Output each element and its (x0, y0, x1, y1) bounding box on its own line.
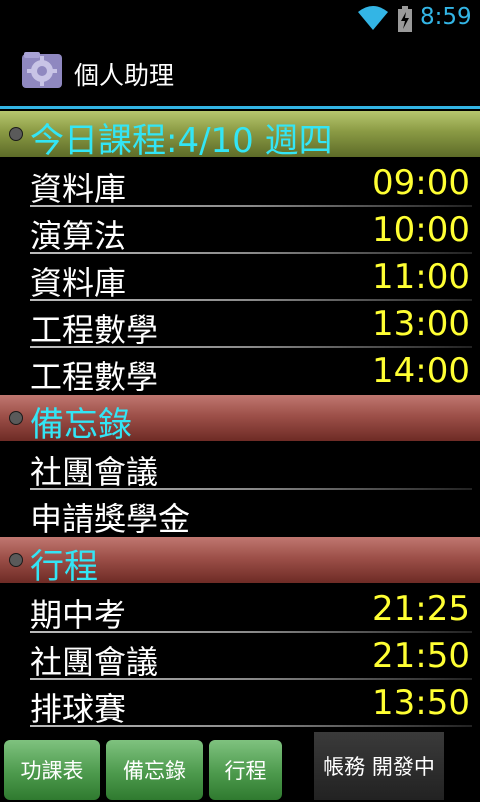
event-time: 13:50 (372, 683, 470, 723)
row-divider (30, 725, 472, 727)
battery-charging-icon (398, 6, 412, 32)
course-name: 資料庫 (30, 170, 127, 208)
course-name: 工程數學 (30, 311, 159, 349)
section-title: 行程 (30, 547, 98, 587)
event-time: 21:25 (372, 589, 470, 629)
course-time: 10:00 (372, 210, 470, 250)
list-item[interactable]: 工程數學 13:00 (0, 301, 480, 349)
list-item[interactable]: 工程數學 14:00 (0, 348, 480, 396)
wifi-icon (358, 6, 388, 30)
list-item[interactable]: 排球賽 13:50 (0, 680, 480, 728)
section-title: 今日課程:4/10 週四 (30, 121, 333, 161)
section-header-schedule[interactable]: 行程 (0, 537, 480, 587)
memo-text: 社團會議 (30, 453, 159, 491)
event-name: 期中考 (30, 596, 127, 634)
list-item[interactable]: 期中考 21:25 (0, 586, 480, 634)
status-bar: 8:59 (0, 0, 480, 38)
list-item[interactable]: 資料庫 09:00 (0, 160, 480, 208)
list-item[interactable]: 社團會議 (0, 443, 480, 491)
timetable-button[interactable]: 功課表 (4, 740, 100, 800)
course-name: 資料庫 (30, 264, 127, 302)
bullet-icon (9, 127, 23, 141)
bullet-icon (9, 553, 23, 567)
course-name: 演算法 (30, 217, 127, 255)
event-name: 社團會議 (30, 643, 159, 681)
course-time: 09:00 (372, 163, 470, 203)
list-item[interactable]: 申請獎學金 (0, 490, 480, 538)
event-name: 排球賽 (30, 690, 127, 728)
schedule-button[interactable]: 行程 (209, 740, 282, 800)
app-gear-icon[interactable] (20, 50, 64, 90)
list-item[interactable]: 演算法 10:00 (0, 207, 480, 255)
memo-text: 申請獎學金 (30, 500, 191, 538)
list-item[interactable]: 資料庫 11:00 (0, 254, 480, 302)
section-title: 備忘錄 (30, 405, 132, 445)
course-time: 13:00 (372, 304, 470, 344)
list-item[interactable]: 社團會議 21:50 (0, 633, 480, 681)
course-name: 工程數學 (30, 358, 159, 396)
app-title: 個人助理 (74, 61, 175, 90)
course-time: 11:00 (372, 257, 470, 297)
accounting-button[interactable]: 帳務 開發中 (314, 732, 444, 800)
course-time: 14:00 (372, 351, 470, 391)
status-clock: 8:59 (420, 4, 472, 30)
section-header-courses[interactable]: 今日課程:4/10 週四 (0, 111, 480, 161)
event-time: 21:50 (372, 636, 470, 676)
action-bar: 個人助理 (0, 38, 480, 109)
section-header-memo[interactable]: 備忘錄 (0, 395, 480, 445)
memo-button[interactable]: 備忘錄 (106, 740, 203, 800)
bullet-icon (9, 411, 23, 425)
